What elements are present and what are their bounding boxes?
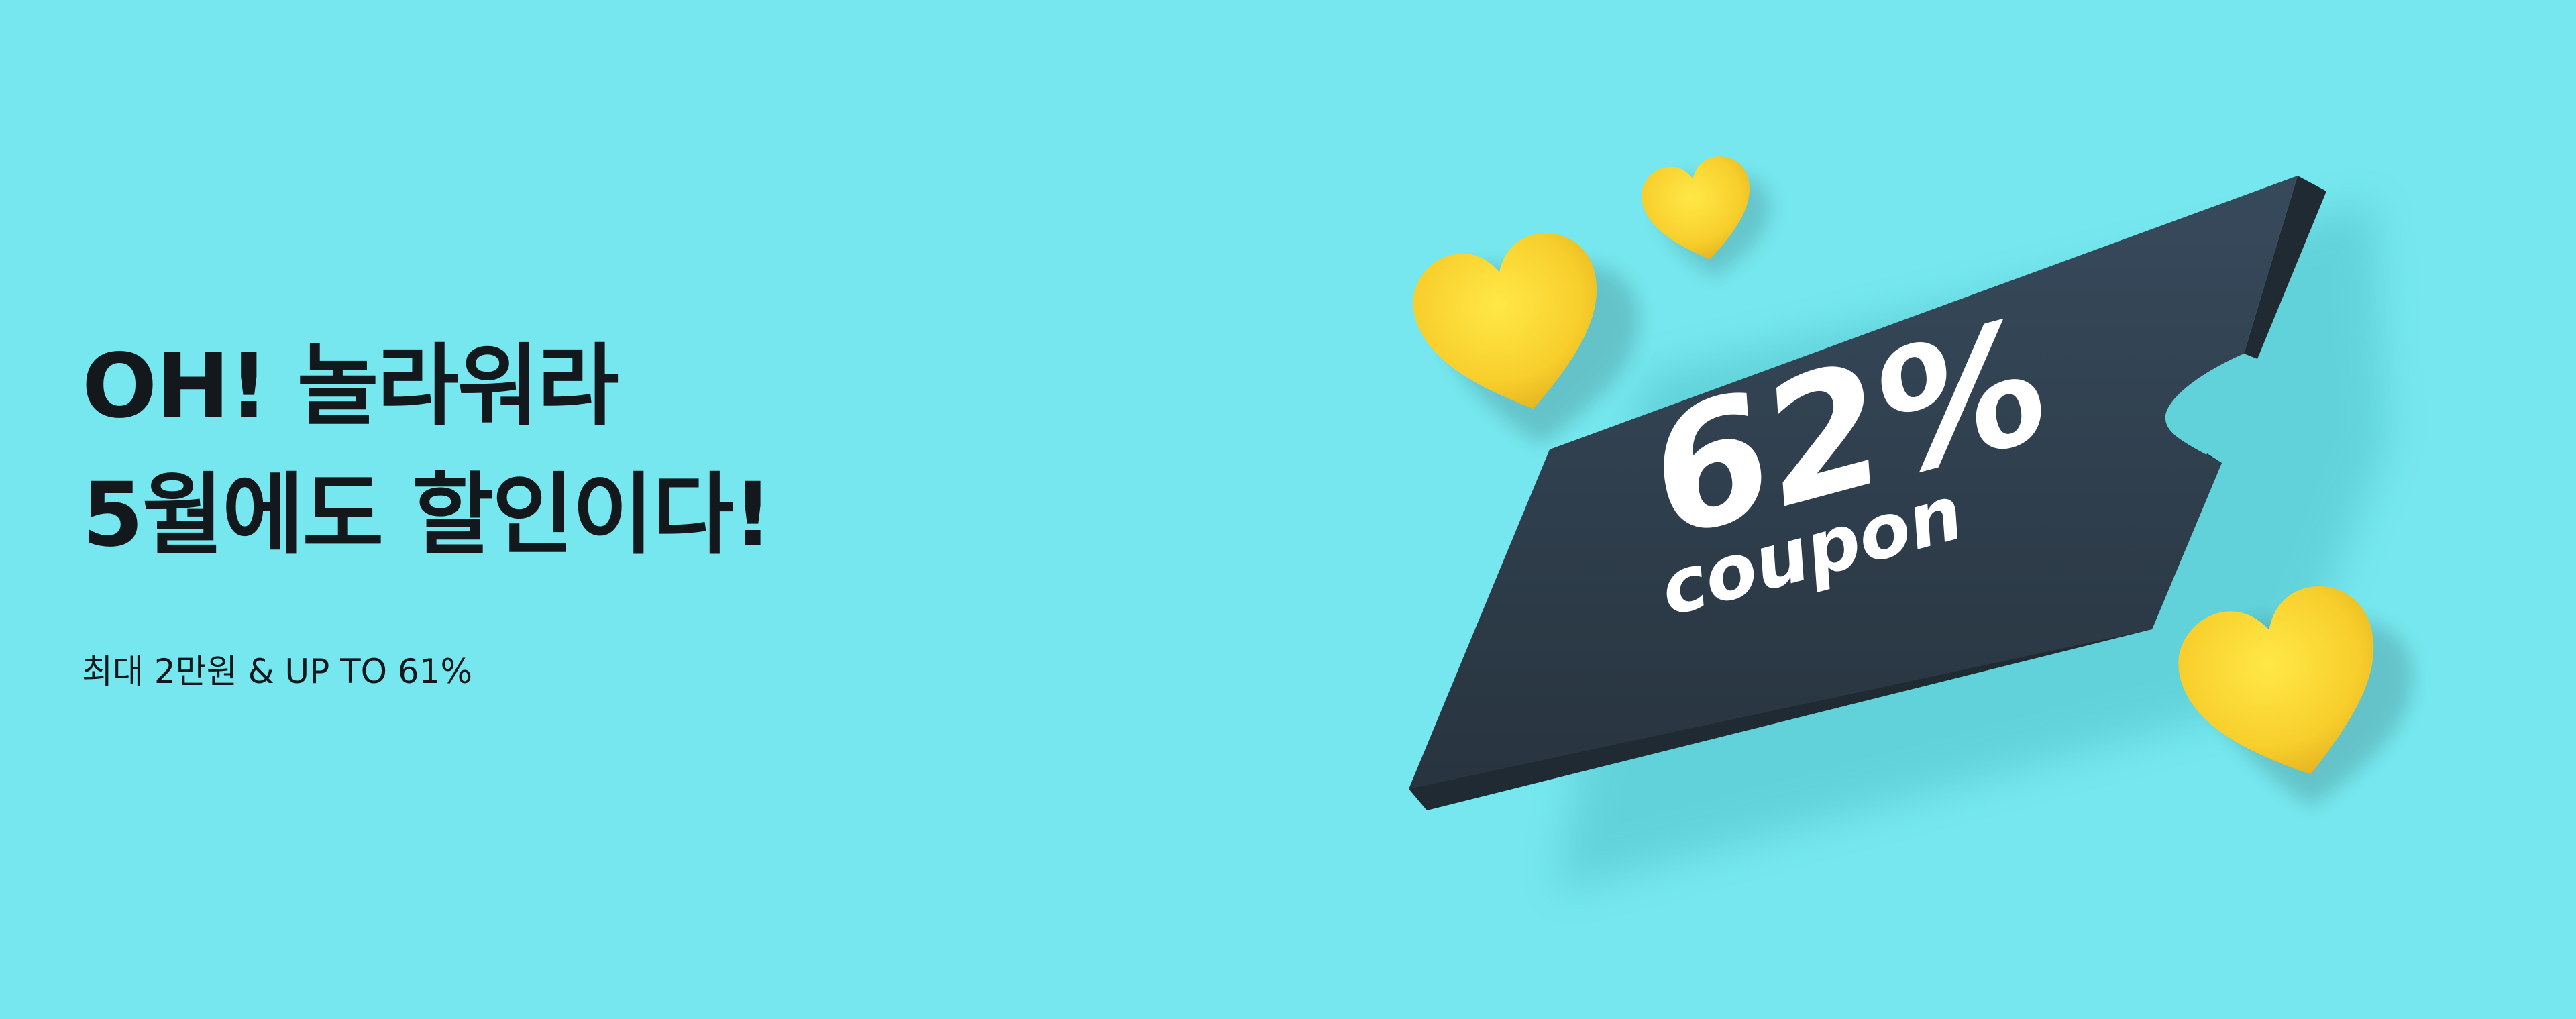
heart-icon xyxy=(1402,222,1640,445)
promo-banner[interactable]: OH! 놀라워라 5월에도 할인이다! 최대 2만원 & UP TO 61% 6… xyxy=(0,0,2576,1019)
heart-icon xyxy=(1636,151,1770,278)
coupon-illustration: 62% coupon xyxy=(1402,151,2413,892)
